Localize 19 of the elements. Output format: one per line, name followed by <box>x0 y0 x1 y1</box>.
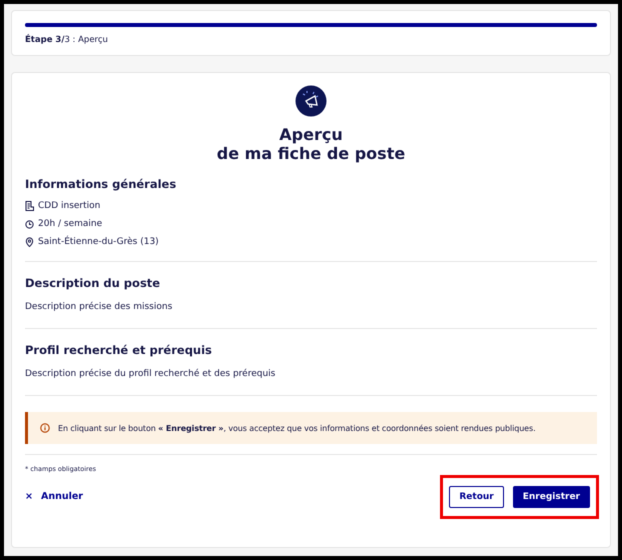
step-label: Étape 3/3 : Aperçu <box>25 35 109 45</box>
save-button[interactable]: Enregistrer <box>512 486 590 508</box>
section-heading: Informations générales <box>25 177 178 191</box>
document-icon <box>25 201 34 211</box>
notice-text: En cliquant sur le bouton « Enregistrer », vous acceptez que vos informations et coordonnées soient rendues publiques. <box>58 424 536 432</box>
info-text: 20h / semaine <box>38 219 102 229</box>
info-text: CDD insertion <box>38 201 100 211</box>
info-icon <box>40 423 50 433</box>
section-heading: Description du poste <box>25 276 162 290</box>
cancel-link[interactable]: × Annuler <box>25 491 83 502</box>
clock-icon <box>25 220 34 228</box>
section-text: Description précise du profil recherché et des prérequis <box>25 369 276 379</box>
megaphone-icon <box>294 85 328 117</box>
page-title: Aperçu de ma fiche de poste <box>216 125 406 163</box>
back-button[interactable]: Retour <box>449 486 504 508</box>
info-text: Saint-Étienne-du-Grès (13) <box>38 237 159 247</box>
location-pin-icon <box>25 237 34 247</box>
section-heading: Profil recherché et prérequis <box>25 343 213 357</box>
section-text: Description précise des missions <box>25 302 174 312</box>
